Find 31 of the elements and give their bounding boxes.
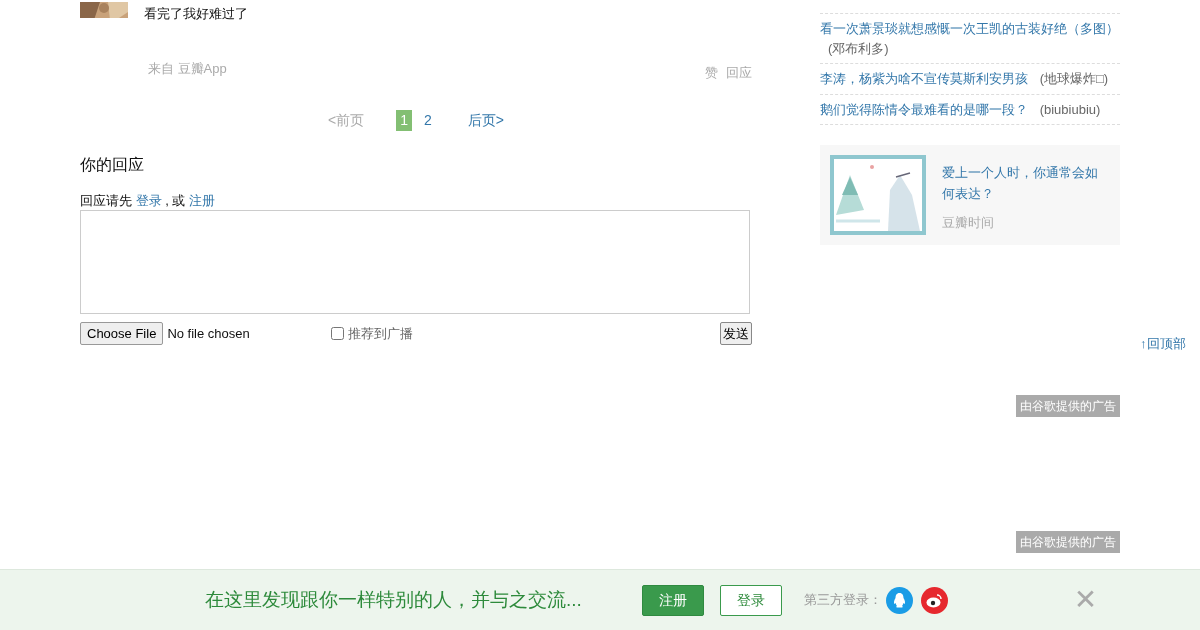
file-status: No file chosen bbox=[167, 324, 251, 343]
article-author: (biubiubiu) bbox=[1039, 100, 1101, 119]
comment-text: 看完了我好难过了 bbox=[144, 5, 248, 23]
login-button[interactable]: 登录 bbox=[719, 584, 782, 616]
send-button[interactable]: 发送 bbox=[720, 321, 752, 346]
article-link[interactable]: 看一次萧景琰就想感慨一次王凯的古装好绝（多图） bbox=[820, 21, 1119, 36]
register-button[interactable]: 注册 bbox=[641, 584, 704, 616]
choose-file-button[interactable]: Choose File bbox=[80, 321, 164, 346]
article-link[interactable]: 鹅们觉得陈情令最难看的是哪一段？ bbox=[820, 101, 1028, 117]
separator-text: , 或 bbox=[165, 193, 186, 208]
reply-prompt: 回应请先 bbox=[80, 193, 132, 208]
share-checkbox[interactable] bbox=[331, 327, 345, 341]
article-link[interactable]: 李涛，杨紫为啥不宣传莫斯利安男孩 bbox=[820, 71, 1028, 86]
register-link[interactable]: 注册 bbox=[189, 193, 216, 208]
article-author: (邓布利多) bbox=[828, 39, 889, 58]
weibo-eye-icon[interactable] bbox=[920, 586, 948, 614]
back-to-top-link[interactable]: ↑回顶部 bbox=[1140, 334, 1186, 354]
promo-source: 豆瓣时间 bbox=[942, 213, 995, 232]
banner-text: 在这里发现跟你一样特别的人，并与之交流... bbox=[205, 587, 582, 612]
ad-label: 由谷歌提供的广告 bbox=[1016, 531, 1120, 553]
share-label: 推荐到广播 bbox=[348, 324, 414, 343]
login-link[interactable]: 登录 bbox=[135, 193, 162, 208]
section-heading: 你的回应 bbox=[80, 155, 145, 175]
comment-source: 来自 豆瓣App bbox=[148, 59, 227, 78]
next-page-link[interactable]: 后页> bbox=[467, 110, 504, 131]
third-party-label: 第三方登录： bbox=[803, 591, 882, 610]
article-author: (地球爆炸□) bbox=[1039, 70, 1109, 88]
promo-title[interactable]: 爱上一个人时，你通常会如何表达？ bbox=[942, 163, 1110, 205]
qq-penguin-icon[interactable] bbox=[885, 586, 913, 614]
page-link[interactable]: 2 bbox=[420, 110, 436, 131]
ad-label: 由谷歌提供的广告 bbox=[1016, 395, 1120, 417]
